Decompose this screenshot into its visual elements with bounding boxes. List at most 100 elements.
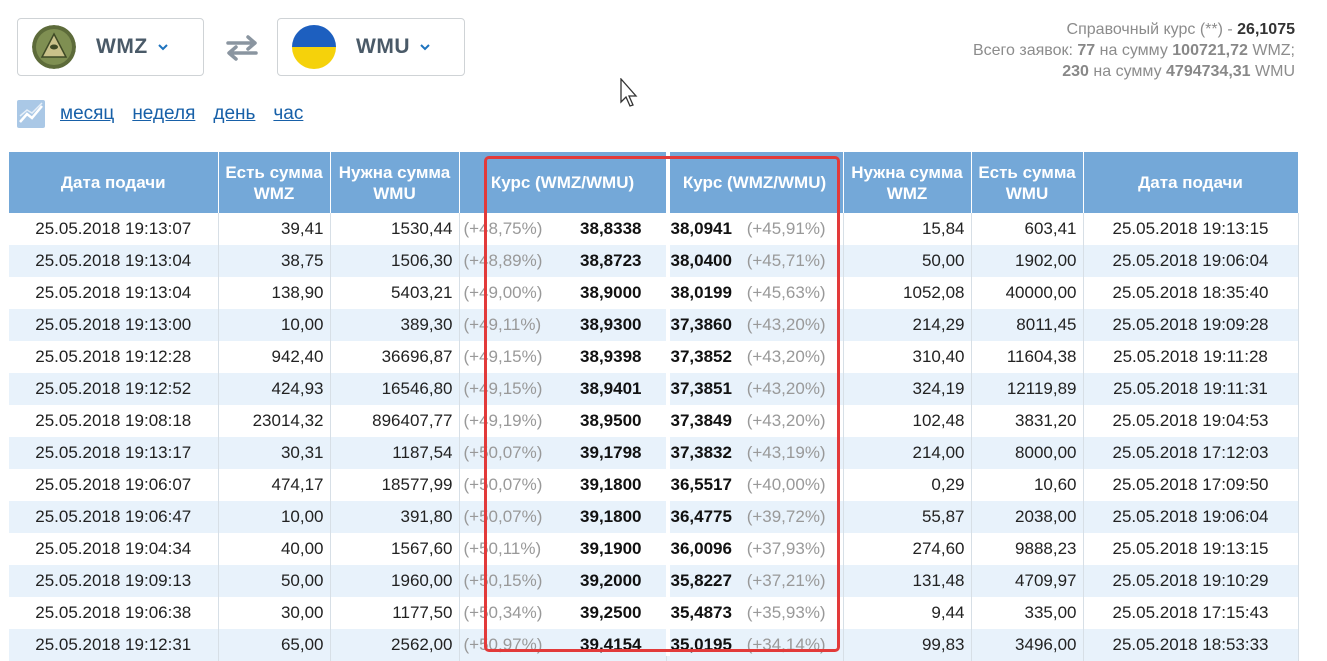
chart-icon[interactable] [17,100,45,128]
table-row[interactable]: 25.05.2018 19:13:17 30,31 1187,54 (+50,07%)… [9,437,1299,469]
rate-value-left: 38,9300 [580,315,642,334]
cell-need-wmz: 15,84 [843,213,972,245]
rate-value-right: 37,3860 [670,315,732,334]
cell-date-right: 25.05.2018 18:35:40 [1083,277,1299,309]
cell-rate-left: (+50,34%) 39,2500 [459,597,667,629]
cell-rate-right: 35,0195 (+34,14%) [666,629,844,661]
cell-have-wmz: 30,31 [218,437,331,469]
table-row[interactable]: 25.05.2018 19:12:31 65,00 2562,00 (+50,97%)… [9,629,1299,661]
currency-to-label: WMU [356,35,410,58]
wmu-flag-icon [292,25,336,69]
cell-have-wmu: 4709,97 [971,565,1084,597]
rate-value-left: 39,1800 [580,507,642,526]
cell-date-right: 25.05.2018 19:11:31 [1083,373,1299,405]
rate-value-right: 36,4775 [670,507,732,526]
table-row[interactable]: 25.05.2018 19:13:04 138,90 5403,21 (+49,00%… [9,277,1299,309]
currency-selector-to[interactable]: WMU [277,18,465,76]
cell-rate-left: (+50,07%) 39,1800 [459,501,667,533]
table-row[interactable]: 25.05.2018 19:13:00 10,00 389,30 (+49,11%) 3… [9,309,1299,341]
cell-need-wmz: 214,00 [843,437,972,469]
cell-rate-right: 38,0199 (+45,63%) [666,277,844,309]
cell-need-wmz: 274,60 [843,533,972,565]
rate-percent-right: (+43,20%) [746,411,826,430]
header-need-wmu[interactable]: Нужна сумма WMU [330,152,460,213]
header-date-right[interactable]: Дата подачи [1083,152,1299,213]
table-row[interactable]: 25.05.2018 19:06:07 474,17 18577,99 (+50,07… [9,469,1299,501]
table-row[interactable]: 25.05.2018 19:09:13 50,00 1960,00 (+50,15%)… [9,565,1299,597]
cell-have-wmu: 335,00 [971,597,1084,629]
cell-need-wmu: 16546,80 [330,373,460,405]
rate-value-left: 39,4154 [580,635,642,654]
cell-date-left: 25.05.2018 19:09:13 [9,565,219,597]
header-need-wmz[interactable]: Нужна сумма WMZ [843,152,972,213]
cell-rate-right: 36,5517 (+40,00%) [666,469,844,501]
period-link-hour[interactable]: час [273,103,303,125]
cell-date-left: 25.05.2018 19:12:52 [9,373,219,405]
cell-date-right: 25.05.2018 19:09:28 [1083,309,1299,341]
table-row[interactable]: 25.05.2018 19:06:38 30,00 1177,50 (+50,34%)… [9,597,1299,629]
header-have-wmz[interactable]: Есть сумма WMZ [218,152,331,213]
table-row[interactable]: 25.05.2018 19:12:52 424,93 16546,80 (+49,15… [9,373,1299,405]
table-row[interactable]: 25.05.2018 19:04:34 40,00 1567,60 (+50,11%)… [9,533,1299,565]
cell-have-wmz: 942,40 [218,341,331,373]
cell-date-right: 25.05.2018 19:13:15 [1083,213,1299,245]
cell-date-right: 25.05.2018 19:10:29 [1083,565,1299,597]
cell-need-wmu: 18577,99 [330,469,460,501]
cell-date-right: 25.05.2018 18:53:33 [1083,629,1299,661]
cell-need-wmz: 1052,08 [843,277,972,309]
rate-percent-right: (+43,19%) [746,443,826,462]
rate-percent-left: (+49,15%) [463,379,543,398]
cell-rate-right: 36,4775 (+39,72%) [666,501,844,533]
header-date-left[interactable]: Дата подачи [9,152,219,213]
currency-selector-from[interactable]: WMZ [17,18,204,76]
cell-date-left: 25.05.2018 19:06:38 [9,597,219,629]
cell-date-right: 25.05.2018 19:06:04 [1083,501,1299,533]
rate-value-right: 38,0400 [670,251,732,270]
cell-date-right: 25.05.2018 17:12:03 [1083,437,1299,469]
table-row[interactable]: 25.05.2018 19:13:07 39,41 1530,44 (+48,75%)… [9,213,1299,245]
rate-value-left: 39,2500 [580,603,642,622]
rate-value-left: 39,1800 [580,475,642,494]
cell-need-wmu: 1506,30 [330,245,460,277]
cell-have-wmu: 11604,38 [971,341,1084,373]
cell-date-right: 25.05.2018 17:09:50 [1083,469,1299,501]
table-row[interactable]: 25.05.2018 19:06:47 10,00 391,80 (+50,07%) 3… [9,501,1299,533]
cell-date-left: 25.05.2018 19:13:04 [9,277,219,309]
header-have-wmu[interactable]: Есть сумма WMU [971,152,1084,213]
orders-table-container: Дата подачи Есть сумма WMZ Нужна сумма W… [9,152,1299,661]
cell-need-wmu: 1960,00 [330,565,460,597]
rate-percent-right: (+43,20%) [746,379,826,398]
cell-rate-right: 35,8227 (+37,21%) [666,565,844,597]
cell-need-wmz: 324,19 [843,373,972,405]
rate-value-right: 37,3832 [670,443,732,462]
cell-need-wmu: 36696,87 [330,341,460,373]
table-row[interactable]: 25.05.2018 19:08:18 23014,32 896407,77 (+49… [9,405,1299,437]
swap-arrows-icon[interactable] [222,34,262,62]
rate-percent-left: (+50,07%) [463,443,543,462]
period-link-week[interactable]: неделя [132,103,195,125]
rate-percent-right: (+45,63%) [746,283,826,302]
period-link-month[interactable]: месяц [60,103,114,125]
rate-value-left: 38,9500 [580,411,642,430]
rate-value-right: 35,0195 [670,635,732,654]
orders-sum-wmu: 4794734,31 [1166,63,1251,80]
rate-percent-left: (+48,89%) [463,251,543,270]
rate-value-right: 37,3852 [670,347,732,366]
cell-need-wmu: 1530,44 [330,213,460,245]
cell-date-right: 25.05.2018 19:13:15 [1083,533,1299,565]
cell-need-wmz: 9,44 [843,597,972,629]
period-link-day[interactable]: день [213,103,255,125]
cell-rate-right: 38,0941 (+45,91%) [666,213,844,245]
cell-date-right: 25.05.2018 19:04:53 [1083,405,1299,437]
cell-rate-left: (+48,75%) 38,8338 [459,213,667,245]
cell-need-wmu: 1567,60 [330,533,460,565]
table-row[interactable]: 25.05.2018 19:12:28 942,40 36696,87 (+49,15… [9,341,1299,373]
cell-need-wmz: 214,29 [843,309,972,341]
header-rate-right[interactable]: Курс (WMZ/WMU) [666,152,844,213]
table-row[interactable]: 25.05.2018 19:13:04 38,75 1506,30 (+48,89%)… [9,245,1299,277]
cell-date-left: 25.05.2018 19:13:00 [9,309,219,341]
cell-date-left: 25.05.2018 19:06:07 [9,469,219,501]
orders-sum-label-2: на сумму [1088,63,1167,80]
cell-rate-right: 35,4873 (+35,93%) [666,597,844,629]
header-rate-left[interactable]: Курс (WMZ/WMU) [459,152,667,213]
